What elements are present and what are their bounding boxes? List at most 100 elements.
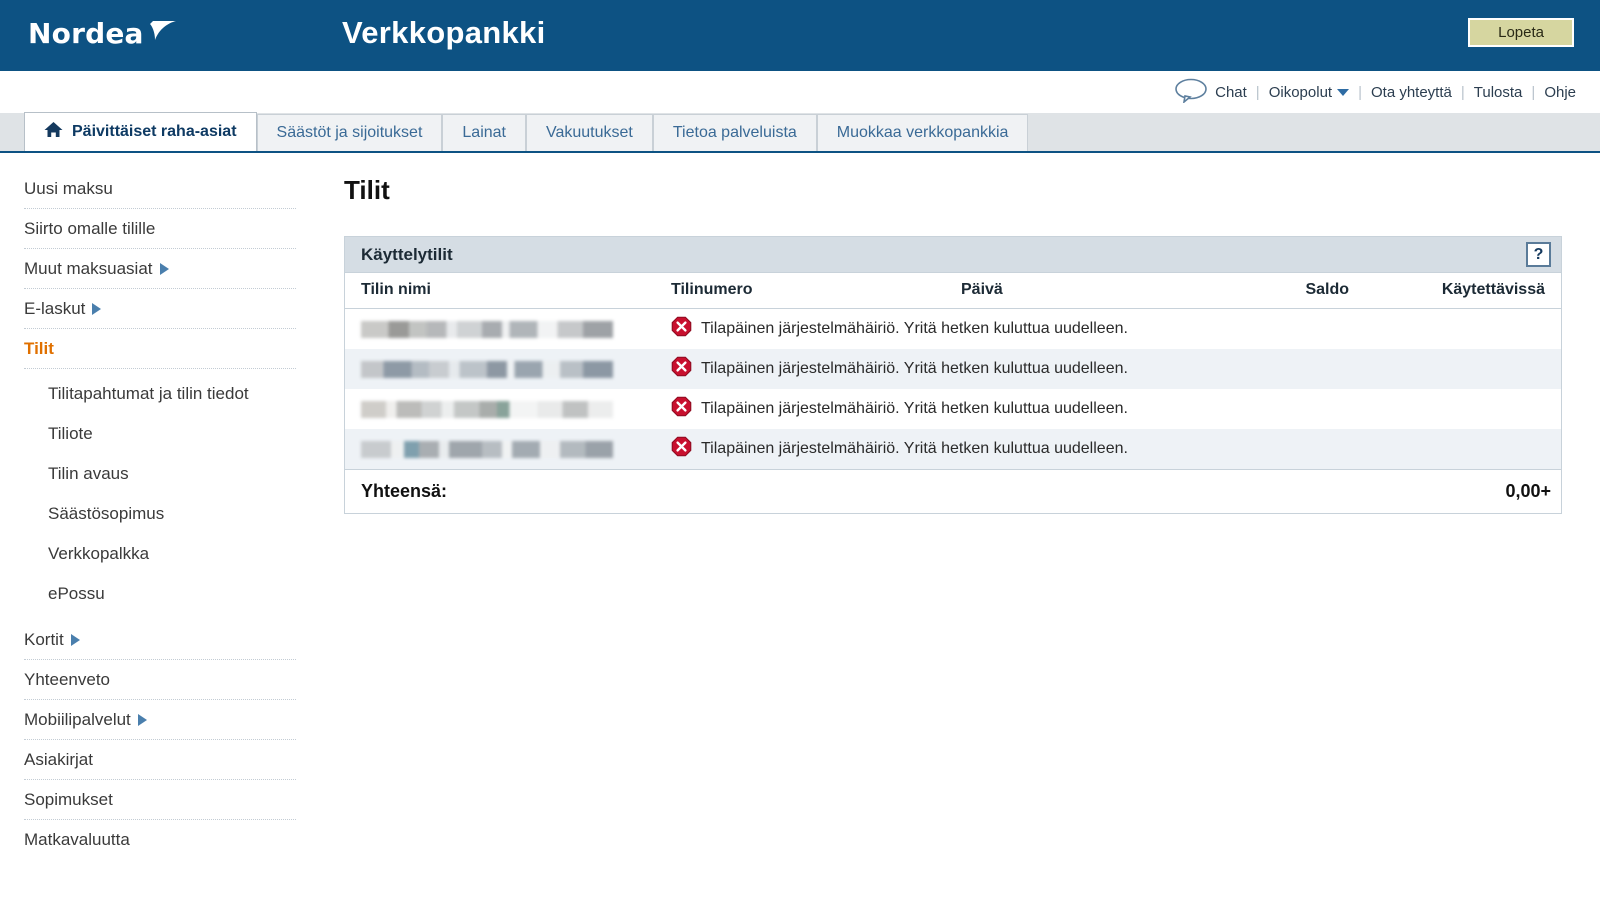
sidebar-item-new-payment[interactable]: Uusi maksu xyxy=(24,169,296,209)
sidebar-subitem-verkkopalkka[interactable]: Verkkopalkka xyxy=(48,534,296,574)
utility-nav: Chat | Oikopolut | Ota yhteyttä | Tulost… xyxy=(0,71,1600,113)
sidebar-item-travel-currency[interactable]: Matkavaluutta xyxy=(24,820,296,859)
sidebar-item-label: Yhteenveto xyxy=(24,670,110,690)
tab-loans[interactable]: Lainat xyxy=(442,114,526,151)
table-body: Tilapäinen järjestelmähäiriö. Yritä hetk… xyxy=(345,309,1561,514)
sidebar-item-label: Sopimukset xyxy=(24,790,113,810)
sidebar-item-summary[interactable]: Yhteenveto xyxy=(24,660,296,700)
logout-button[interactable]: Lopeta xyxy=(1468,18,1574,47)
panel-header: Käyttelytilit ? xyxy=(344,236,1562,273)
page-body: Uusi maksu Siirto omalle tilille Muut ma… xyxy=(0,153,1600,865)
col-available: Käytettävissä xyxy=(1365,273,1561,309)
account-name-cell xyxy=(345,389,655,429)
table-row[interactable]: Tilapäinen järjestelmähäiriö. Yritä hetk… xyxy=(345,429,1561,470)
error-message: Tilapäinen järjestelmähäiriö. Yritä hetk… xyxy=(701,440,1128,458)
accounts-table-wrapper: Tilin nimi Tilinumero Päivä Saldo Käytet… xyxy=(344,273,1562,514)
sidebar-item-accounts[interactable]: Tilit xyxy=(24,329,296,369)
nav-separator: | xyxy=(1461,84,1465,101)
sidebar-item-mobile-services[interactable]: Mobiilipalvelut xyxy=(24,700,296,740)
chat-link-label[interactable]: Chat xyxy=(1215,84,1247,101)
table-row[interactable]: Tilapäinen järjestelmähäiriö. Yritä hetk… xyxy=(345,309,1561,350)
accounts-table: Tilin nimi Tilinumero Päivä Saldo Käytet… xyxy=(345,273,1561,513)
contact-link[interactable]: Ota yhteyttä xyxy=(1371,84,1452,101)
brand-name: Nordea xyxy=(28,17,144,50)
sidebar-item-agreements[interactable]: Sopimukset xyxy=(24,780,296,820)
sidebar-item-label: Tilit xyxy=(24,339,54,359)
sidebar-item-label: Mobiilipalvelut xyxy=(24,710,131,730)
app-title: Verkkopankki xyxy=(342,15,546,51)
nav-separator: | xyxy=(1531,84,1535,101)
total-value: 0,00+ xyxy=(1365,470,1561,514)
tab-insurance[interactable]: Vakuutukset xyxy=(526,114,653,151)
sidebar-item-own-transfer[interactable]: Siirto omalle tilille xyxy=(24,209,296,249)
home-icon xyxy=(44,121,63,143)
tab-daily-banking[interactable]: Päivittäiset raha-asiat xyxy=(24,112,257,151)
col-account-number: Tilinumero xyxy=(655,273,945,309)
chevron-right-icon xyxy=(160,263,169,275)
table-row[interactable]: Tilapäinen järjestelmähäiriö. Yritä hetk… xyxy=(345,389,1561,429)
col-date: Päivä xyxy=(945,273,1215,309)
shortcuts-link[interactable]: Oikopolut xyxy=(1269,84,1332,101)
error-x-icon xyxy=(671,436,692,462)
account-error-cell: Tilapäinen järjestelmähäiriö. Yritä hetk… xyxy=(655,429,1561,470)
tab-label: Päivittäiset raha-asiat xyxy=(72,123,237,141)
error-x-icon xyxy=(671,356,692,382)
total-label: Yhteensä: xyxy=(345,470,1365,514)
chat-link[interactable]: Chat xyxy=(1174,77,1247,107)
print-link[interactable]: Tulosta xyxy=(1474,84,1523,101)
account-error-cell: Tilapäinen järjestelmähäiriö. Yritä hetk… xyxy=(655,389,1561,429)
sidebar-subitem-epossu[interactable]: ePossu xyxy=(48,574,296,614)
sidebar-item-documents[interactable]: Asiakirjat xyxy=(24,740,296,780)
sidebar-subitem-statement[interactable]: Tiliote xyxy=(48,414,296,454)
col-account-name: Tilin nimi xyxy=(345,273,655,309)
total-row: Yhteensä: 0,00+ xyxy=(345,470,1561,514)
question-mark-icon[interactable]: ? xyxy=(1526,242,1551,267)
account-name-cell xyxy=(345,429,655,470)
sidebar-item-label: Asiakirjat xyxy=(24,750,93,770)
table-row[interactable]: Tilapäinen järjestelmähäiriö. Yritä hetk… xyxy=(345,349,1561,389)
error-x-icon xyxy=(671,316,692,342)
chevron-right-icon xyxy=(71,634,80,646)
account-error-cell: Tilapäinen järjestelmähäiriö. Yritä hetk… xyxy=(655,309,1561,350)
sidebar-nav: Uusi maksu Siirto omalle tilille Muut ma… xyxy=(0,153,318,865)
redacted-account-name xyxy=(361,441,613,458)
sidebar-item-einvoices[interactable]: E-laskut xyxy=(24,289,296,329)
tab-customize-netbank[interactable]: Muokkaa verkkopankkia xyxy=(817,114,1029,151)
help-link[interactable]: Ohje xyxy=(1544,84,1576,101)
tab-label: Tietoa palveluista xyxy=(673,124,797,142)
nav-separator: | xyxy=(1358,84,1362,101)
redacted-account-name xyxy=(361,361,613,378)
sidebar-item-cards[interactable]: Kortit xyxy=(24,620,296,660)
sidebar-item-other-payments[interactable]: Muut maksuasiat xyxy=(24,249,296,289)
sidebar-item-label: Uusi maksu xyxy=(24,179,113,199)
tab-label: Muokkaa verkkopankkia xyxy=(837,124,1009,142)
redacted-account-name xyxy=(361,401,613,418)
main-content: Tilit Käyttelytilit ? Tilin nimi Tilinum… xyxy=(318,153,1600,865)
sidebar-item-label: Muut maksuasiat xyxy=(24,259,153,279)
panel-title: Käyttelytilit xyxy=(361,245,453,265)
error-message: Tilapäinen järjestelmähäiriö. Yritä hetk… xyxy=(701,360,1128,378)
brand-logo[interactable]: Nordea xyxy=(28,17,328,50)
error-x-icon xyxy=(671,396,692,422)
table-head: Tilin nimi Tilinumero Päivä Saldo Käytet… xyxy=(345,273,1561,309)
sidebar-subitem-transactions[interactable]: Tilitapahtumat ja tilin tiedot xyxy=(48,374,296,414)
chat-bubble-icon xyxy=(1174,77,1208,107)
account-error-cell: Tilapäinen järjestelmähäiriö. Yritä hetk… xyxy=(655,349,1561,389)
nav-separator: | xyxy=(1256,84,1260,101)
account-name-cell xyxy=(345,309,655,350)
sidebar-subitem-savings-agreement[interactable]: Säästösopimus xyxy=(48,494,296,534)
tab-label: Lainat xyxy=(462,124,506,142)
main-tab-bar: Päivittäiset raha-asiat Säästöt ja sijoi… xyxy=(0,113,1600,153)
tab-label: Säästöt ja sijoitukset xyxy=(277,124,423,142)
top-brand-bar: Nordea Verkkopankki Lopeta xyxy=(0,0,1600,66)
chevron-down-icon[interactable] xyxy=(1337,89,1349,96)
nordea-sail-icon xyxy=(149,18,179,49)
tab-service-info[interactable]: Tietoa palveluista xyxy=(653,114,817,151)
tab-savings-investments[interactable]: Säästöt ja sijoitukset xyxy=(257,114,443,151)
accounts-panel: Käyttelytilit ? Tilin nimi Tilinumero Pä… xyxy=(344,236,1562,514)
col-balance: Saldo xyxy=(1215,273,1365,309)
sidebar-item-label: Kortit xyxy=(24,630,64,650)
error-message: Tilapäinen järjestelmähäiriö. Yritä hetk… xyxy=(701,320,1128,338)
sidebar-subitem-open-account[interactable]: Tilin avaus xyxy=(48,454,296,494)
sidebar-subnav-accounts: Tilitapahtumat ja tilin tiedot Tiliote T… xyxy=(0,369,318,620)
